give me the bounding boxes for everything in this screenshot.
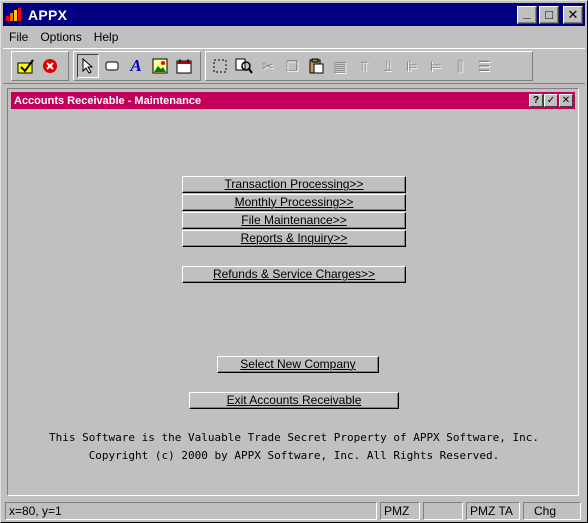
menu-options[interactable]: Options [34, 30, 87, 44]
cut-icon: ✂ [262, 57, 274, 74]
text-tool-icon: A [130, 56, 142, 75]
close-button[interactable]: ✕ [563, 5, 583, 24]
maximize-button[interactable]: □ [539, 5, 559, 24]
cut-button[interactable]: ✂ [257, 54, 279, 78]
cursor-position: x=80, y=1 [5, 502, 377, 520]
copy-icon: ❐ [285, 57, 299, 74]
stop-icon [43, 59, 57, 73]
same-width-icon: ⫼ [456, 57, 464, 74]
minimize-button[interactable]: _ [517, 5, 537, 24]
app-window: APPX _ □ ✕ File Options Help A ✂ ❐ ▦ ⫪ ⫫… [0, 0, 588, 523]
toolbar-group-actions [11, 51, 69, 81]
save-check-icon [17, 59, 34, 74]
properties-button[interactable]: ▦ [329, 54, 351, 78]
menu-file[interactable]: File [3, 30, 34, 44]
paste-icon [309, 58, 324, 74]
mdi-client-area: Accounts Receivable - Maintenance ? ✓ ✕ … [7, 88, 579, 496]
help-icon: ? [532, 95, 540, 106]
reports-inquiry-button[interactable]: Reports & Inquiry>> [182, 230, 406, 247]
marquee-icon [213, 59, 227, 73]
child-window-title: Accounts Receivable - Maintenance [14, 94, 202, 107]
paste-button[interactable] [305, 54, 327, 78]
menu-bar: File Options Help [3, 27, 585, 47]
marquee-button[interactable] [209, 54, 231, 78]
align-left-icon: ⊫ [405, 57, 419, 74]
toolbar-group-edit: ✂ ❐ ▦ ⫪ ⫫ ⊫ ⊨ ⫼ ☰ [205, 51, 533, 81]
child-ok-button[interactable]: ✓ [544, 94, 558, 107]
rectangle-icon [105, 61, 119, 71]
status-field-empty [423, 502, 463, 520]
child-close-button[interactable]: ✕ [559, 94, 573, 107]
find-button[interactable] [233, 54, 255, 78]
status-field-pmz-ta: PMZ TA [466, 502, 520, 520]
menu-help[interactable]: Help [88, 30, 125, 44]
same-width-button[interactable]: ⫼ [449, 54, 471, 78]
trade-secret-notice: This Software is the Valuable Trade Secr… [48, 431, 540, 444]
calendar-icon [176, 59, 192, 74]
refunds-service-charges-button[interactable]: Refunds & Service Charges>> [182, 266, 406, 283]
status-bar: x=80, y=1 PMZ PMZ TA Chg [3, 500, 585, 521]
calendar-tool-button[interactable] [173, 54, 195, 78]
window-title: APPX [28, 6, 68, 23]
image-tool-button[interactable] [149, 54, 171, 78]
same-height-icon: ☰ [477, 57, 491, 74]
close-icon: ✕ [561, 95, 571, 106]
properties-icon: ▦ [333, 57, 347, 74]
title-bar[interactable]: APPX _ □ ✕ [3, 3, 585, 26]
status-field-pmz: PMZ [380, 502, 420, 520]
transaction-processing-button[interactable]: Transaction Processing>> [182, 176, 406, 193]
align-bottom-icon: ⫫ [384, 57, 392, 74]
select-new-company-button[interactable]: Select New Company [217, 356, 379, 373]
close-icon: ✕ [567, 7, 579, 22]
minimize-icon: _ [523, 5, 531, 20]
rectangle-tool-button[interactable] [101, 54, 123, 78]
align-top-icon: ⫪ [360, 57, 368, 74]
copy-button[interactable]: ❐ [281, 54, 303, 78]
child-help-button[interactable]: ? [529, 94, 543, 107]
pointer-tool-button[interactable] [77, 54, 99, 78]
toolbar: A ✂ ❐ ▦ ⫪ ⫫ ⊫ ⊨ ⫼ ☰ [3, 48, 585, 84]
align-top-button[interactable]: ⫪ [353, 54, 375, 78]
align-right-button[interactable]: ⊨ [425, 54, 447, 78]
save-check-button[interactable] [15, 54, 37, 78]
align-left-button[interactable]: ⊫ [401, 54, 423, 78]
same-height-button[interactable]: ☰ [473, 54, 495, 78]
image-tool-icon [152, 58, 168, 74]
file-maintenance-button[interactable]: File Maintenance>> [182, 212, 406, 229]
toolbar-group-tools: A [73, 51, 201, 81]
stop-button[interactable] [39, 54, 61, 78]
check-icon: ✓ [546, 95, 556, 106]
exit-accounts-receivable-button[interactable]: Exit Accounts Receivable [189, 392, 399, 409]
maximize-icon: □ [545, 7, 553, 22]
pointer-icon [82, 58, 94, 74]
copyright-notice: Copyright (c) 2000 by APPX Software, Inc… [88, 449, 500, 462]
align-bottom-button[interactable]: ⫫ [377, 54, 399, 78]
align-right-icon: ⊨ [429, 57, 443, 74]
status-field-mode: Chg [523, 502, 581, 520]
text-tool-button[interactable]: A [125, 54, 147, 78]
monthly-processing-button[interactable]: Monthly Processing>> [182, 194, 406, 211]
find-icon [235, 58, 253, 74]
child-title-bar[interactable]: Accounts Receivable - Maintenance ? ✓ ✕ [11, 92, 575, 109]
appx-logo-icon [6, 7, 22, 22]
